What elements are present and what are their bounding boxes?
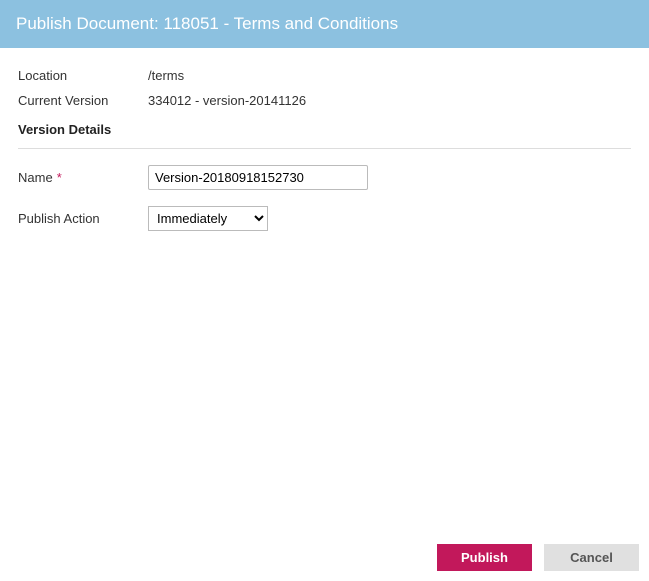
location-row: Location /terms <box>18 68 631 83</box>
location-value: /terms <box>148 68 631 83</box>
cancel-button[interactable]: Cancel <box>544 544 639 571</box>
required-icon: * <box>57 170 62 185</box>
modal-body: Location /terms Current Version 334012 -… <box>0 48 649 231</box>
form-section: Name * Publish Action Immediately <box>18 149 631 231</box>
name-input[interactable] <box>148 165 368 190</box>
modal-title: Publish Document: 118051 - Terms and Con… <box>16 14 398 33</box>
version-details-header: Version Details <box>18 122 631 149</box>
location-label: Location <box>18 68 148 83</box>
name-label-text: Name <box>18 170 53 185</box>
modal-footer: Publish Cancel <box>437 544 639 571</box>
publish-action-select[interactable]: Immediately <box>148 206 268 231</box>
current-version-value: 334012 - version-20141126 <box>148 93 631 108</box>
current-version-label: Current Version <box>18 93 148 108</box>
name-row: Name * <box>18 165 631 190</box>
modal-header: Publish Document: 118051 - Terms and Con… <box>0 0 649 48</box>
name-label: Name * <box>18 170 148 185</box>
publish-action-row: Publish Action Immediately <box>18 206 631 231</box>
publish-button[interactable]: Publish <box>437 544 532 571</box>
publish-action-label: Publish Action <box>18 211 148 226</box>
current-version-row: Current Version 334012 - version-2014112… <box>18 93 631 108</box>
